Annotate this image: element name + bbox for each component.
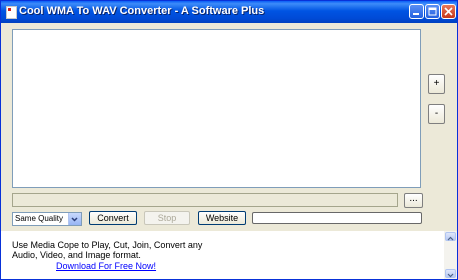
maximize-button[interactable] xyxy=(425,4,440,19)
quality-select-value: Same Quality xyxy=(15,214,64,223)
minimize-icon xyxy=(413,13,419,15)
stop-button[interactable]: Stop xyxy=(144,211,190,225)
ad-text-line-1: Use Media Cope to Play, Cut, Join, Conve… xyxy=(12,240,203,250)
chevron-down-icon xyxy=(447,273,454,278)
chevron-down-icon xyxy=(71,217,78,222)
title-bar[interactable]: Cool WMA To WAV Converter - A Software P… xyxy=(1,1,457,23)
maximize-icon xyxy=(428,7,437,16)
quality-select[interactable]: Same Quality xyxy=(12,212,82,226)
ad-scrollbar[interactable] xyxy=(444,231,457,279)
remove-file-button[interactable]: - xyxy=(428,104,445,124)
ad-banner: Use Media Cope to Play, Cut, Join, Conve… xyxy=(1,231,457,279)
dropdown-arrow[interactable] xyxy=(68,213,81,225)
browse-button[interactable]: ... xyxy=(404,193,423,208)
scroll-up-button[interactable] xyxy=(445,232,456,241)
main-window: Cool WMA To WAV Converter - A Software P… xyxy=(0,0,458,280)
progress-bar xyxy=(252,212,422,224)
scroll-down-button[interactable] xyxy=(445,269,456,278)
convert-button[interactable]: Convert xyxy=(89,211,137,225)
output-path-field[interactable] xyxy=(12,193,398,207)
close-button[interactable] xyxy=(441,4,456,19)
add-file-button[interactable]: + xyxy=(428,74,445,94)
website-button[interactable]: Website xyxy=(198,211,246,225)
ad-text-line-2: Audio, Video, and Image format. xyxy=(12,250,141,260)
minimize-button[interactable] xyxy=(409,4,424,19)
close-icon xyxy=(444,7,453,16)
chevron-up-icon xyxy=(447,236,454,241)
file-list[interactable] xyxy=(12,29,421,188)
window-title: Cool WMA To WAV Converter - A Software P… xyxy=(19,5,265,17)
app-icon[interactable] xyxy=(6,6,17,19)
download-link[interactable]: Download For Free Now! xyxy=(56,261,156,271)
